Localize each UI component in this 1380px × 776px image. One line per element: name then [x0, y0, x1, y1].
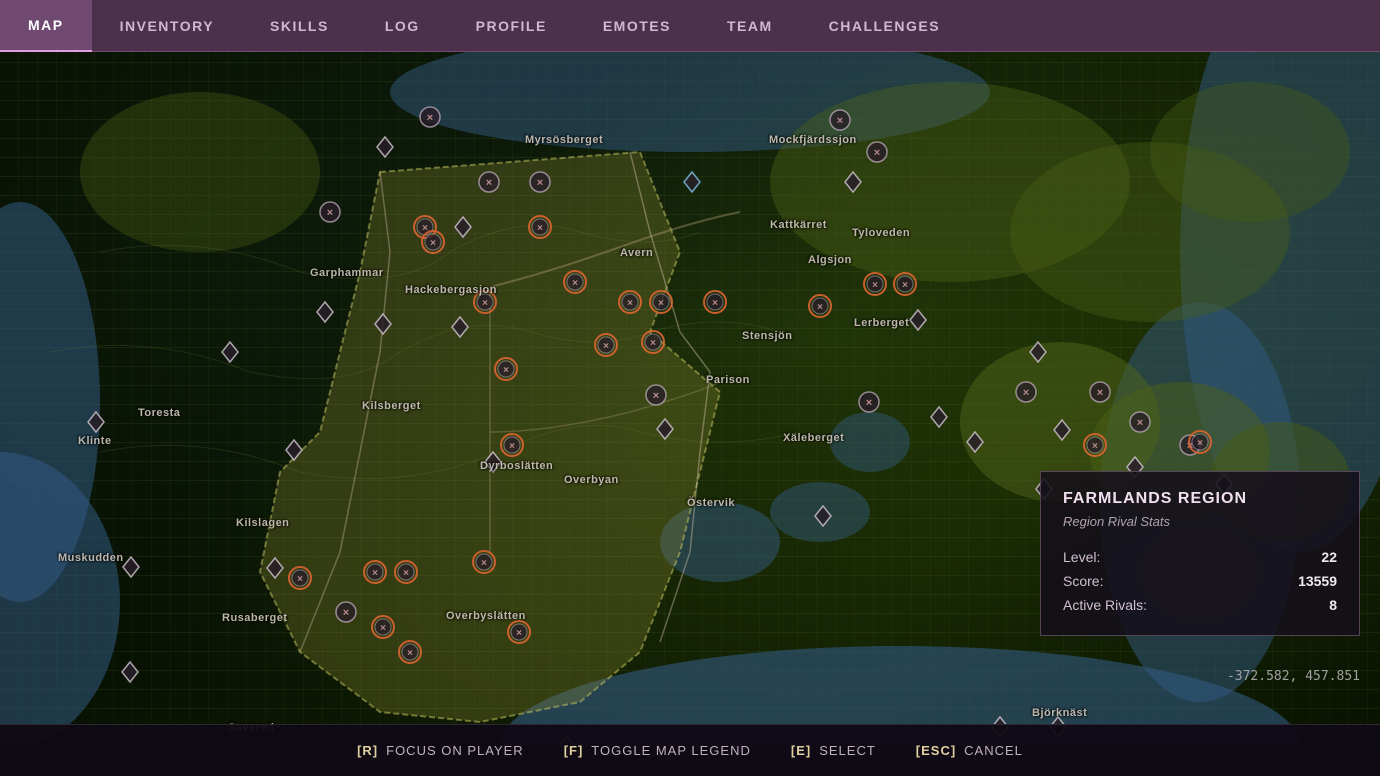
svg-text:×: × — [650, 338, 656, 349]
stat-value: 8 — [1329, 597, 1337, 613]
nav-item-map[interactable]: MAP — [0, 0, 92, 52]
svg-text:×: × — [407, 648, 413, 659]
svg-text:×: × — [866, 397, 872, 409]
svg-text:×: × — [627, 298, 633, 309]
nav-item-team[interactable]: TEAM — [699, 0, 801, 52]
svg-text:×: × — [327, 207, 333, 219]
stat-label: Active Rivals: — [1063, 597, 1147, 613]
stat-row: Level: 22 — [1063, 545, 1337, 569]
region-info-panel: FARMLANDS REGION Region Rival Stats Leve… — [1040, 471, 1360, 636]
svg-text:×: × — [1137, 417, 1143, 429]
stat-value: 22 — [1321, 549, 1337, 565]
svg-text:×: × — [509, 441, 515, 452]
svg-text:×: × — [430, 238, 436, 249]
svg-text:×: × — [403, 568, 409, 579]
svg-text:×: × — [874, 147, 880, 159]
region-stats: Level: 22 Score: 13559 Active Rivals: 8 — [1063, 545, 1337, 617]
svg-text:×: × — [872, 280, 878, 291]
svg-text:×: × — [427, 112, 433, 124]
hotkey-key: [R] — [357, 743, 378, 758]
stat-value: 13559 — [1298, 573, 1337, 589]
region-title: FARMLANDS REGION — [1063, 490, 1337, 508]
hotkey-action: SELECT — [819, 743, 876, 758]
svg-text:×: × — [372, 568, 378, 579]
hotkey-action: CANCEL — [964, 743, 1023, 758]
svg-text:×: × — [837, 115, 843, 127]
nav-item-emotes[interactable]: EMOTES — [575, 0, 699, 52]
stat-row: Active Rivals: 8 — [1063, 593, 1337, 617]
stat-row: Score: 13559 — [1063, 569, 1337, 593]
svg-text:×: × — [482, 298, 488, 309]
stat-label: Score: — [1063, 573, 1103, 589]
svg-text:×: × — [343, 607, 349, 619]
svg-text:×: × — [1023, 387, 1029, 399]
map-coordinates: -372.582, 457.851 — [1227, 669, 1360, 684]
svg-text:×: × — [537, 223, 543, 234]
map-container[interactable]: × × × × × × × × × × × × × × × × × × × × … — [0, 52, 1380, 746]
svg-text:×: × — [503, 365, 509, 376]
hotkey-item: [F] TOGGLE MAP LEGEND — [564, 743, 751, 758]
svg-text:×: × — [817, 302, 823, 313]
hotkey-item: [R] FOCUS ON PLAYER — [357, 743, 524, 758]
nav-item-skills[interactable]: SKILLS — [242, 0, 357, 52]
hotkey-action: TOGGLE MAP LEGEND — [591, 743, 751, 758]
hotkey-key: [E] — [791, 743, 811, 758]
map-svg: × × × × × × × × × × × × × × × × × × × × … — [0, 52, 1380, 746]
svg-text:×: × — [481, 558, 487, 569]
svg-text:×: × — [1097, 387, 1103, 399]
stat-label: Level: — [1063, 549, 1100, 565]
navigation-bar: MAPINVENTORYSKILLSLOGPROFILEEMOTESTEAMCH… — [0, 0, 1380, 52]
svg-text:×: × — [537, 177, 543, 189]
hotkey-bar: [R] FOCUS ON PLAYER [F] TOGGLE MAP LEGEND [E… — [0, 724, 1380, 776]
hotkey-action: FOCUS ON PLAYER — [386, 743, 524, 758]
svg-text:×: × — [1197, 438, 1203, 449]
svg-text:×: × — [516, 628, 522, 639]
svg-text:×: × — [572, 278, 578, 289]
svg-text:×: × — [712, 298, 718, 309]
region-subtitle: Region Rival Stats — [1063, 514, 1337, 529]
hotkey-item: [ESC] CANCEL — [916, 743, 1023, 758]
svg-text:×: × — [1092, 441, 1098, 452]
nav-item-challenges[interactable]: CHALLENGES — [801, 0, 968, 52]
svg-text:×: × — [486, 177, 492, 189]
nav-item-inventory[interactable]: INVENTORY — [92, 0, 242, 52]
nav-item-log[interactable]: LOG — [357, 0, 448, 52]
hotkey-key: [ESC] — [916, 743, 956, 758]
svg-text:×: × — [297, 574, 303, 585]
svg-text:×: × — [380, 623, 386, 634]
nav-item-profile[interactable]: PROFILE — [448, 0, 575, 52]
svg-text:×: × — [658, 298, 664, 309]
hotkey-item: [E] SELECT — [791, 743, 876, 758]
svg-text:×: × — [902, 280, 908, 291]
svg-text:×: × — [603, 341, 609, 352]
hotkey-key: [F] — [564, 743, 584, 758]
svg-text:×: × — [653, 390, 659, 402]
